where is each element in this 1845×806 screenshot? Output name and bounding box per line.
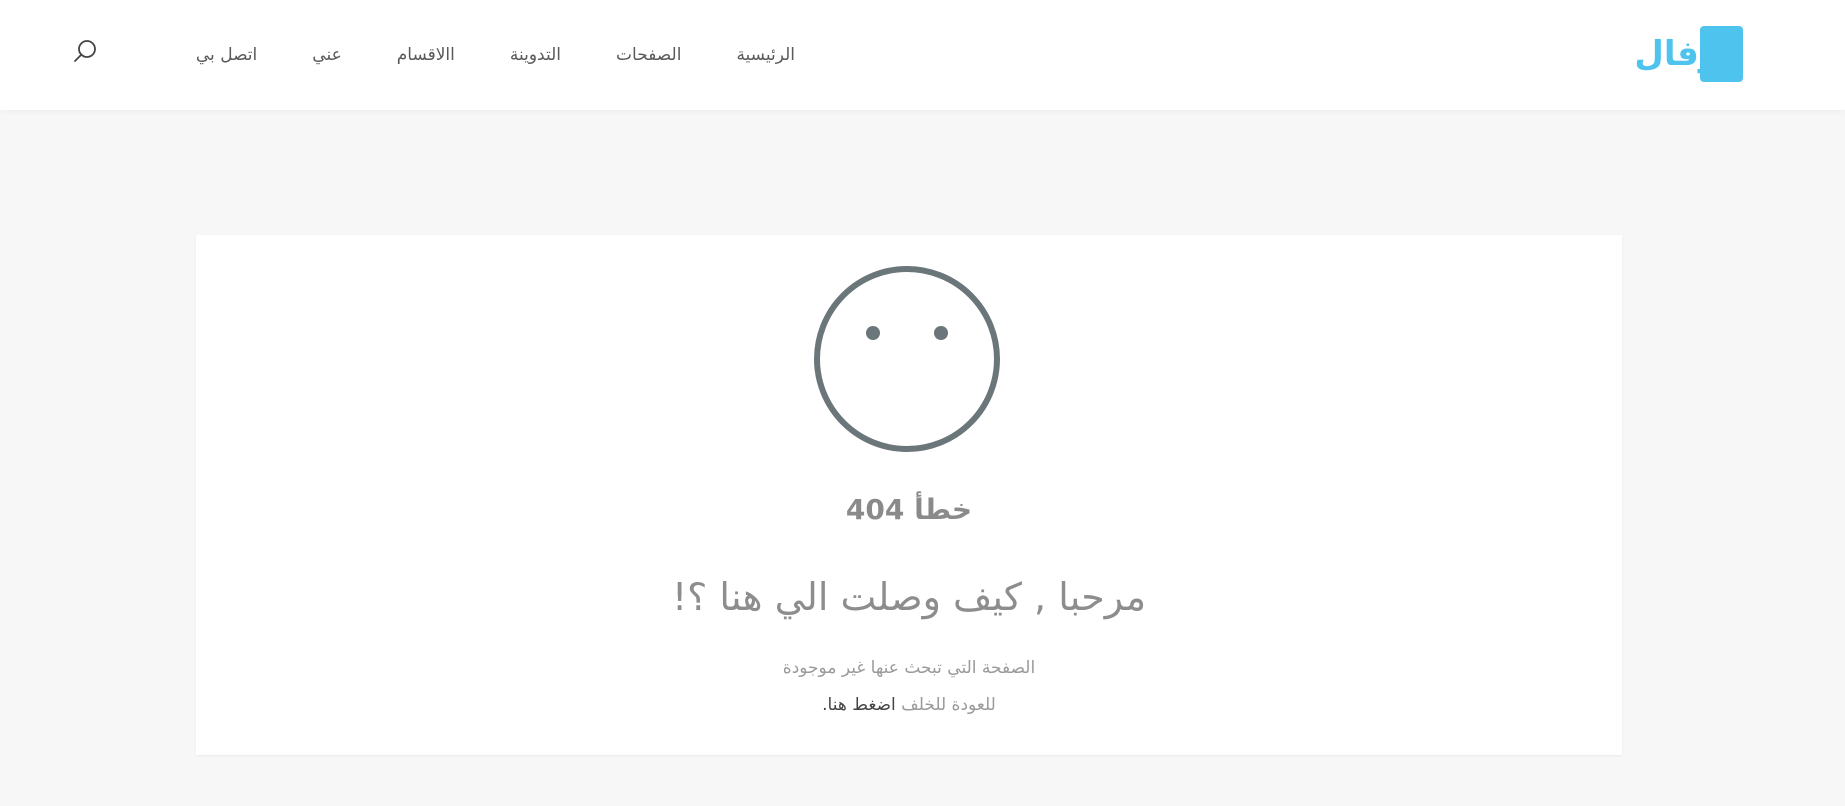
- error-headline: مرحبا , كيف وصلت الي هنا ؟!: [671, 575, 1147, 619]
- nav-item-blog[interactable]: التدوينة: [510, 45, 561, 65]
- search-icon: [74, 40, 96, 62]
- nav-item-pages[interactable]: الصفحات: [616, 45, 681, 65]
- nav-item-about[interactable]: عني: [312, 45, 341, 65]
- error-message: الصفحة التي تبحث عنها غير موجودة: [782, 658, 1036, 678]
- sad-face-icon: [814, 266, 1000, 452]
- back-line: للعودة للخلف اضغط هنا.: [196, 695, 1622, 715]
- back-link[interactable]: اضغط هنا.: [822, 695, 896, 715]
- back-prefix: للعودة للخلف: [895, 695, 996, 715]
- logo-text: نوفال: [1634, 34, 1733, 74]
- nav-item-contact[interactable]: اتصل بي: [196, 45, 257, 65]
- search-button[interactable]: [72, 38, 100, 66]
- main-nav: الرئيسية الصفحات التدوينة االاقسام عني ا…: [196, 0, 795, 110]
- error-code: خطأ 404: [845, 493, 973, 526]
- nav-item-home[interactable]: الرئيسية: [736, 45, 795, 65]
- nav-item-categories[interactable]: االاقسام: [397, 45, 455, 65]
- site-logo[interactable]: نوفال: [1598, 26, 1743, 84]
- site-header: نوفال الرئيسية الصفحات التدوينة االاقسام…: [0, 0, 1845, 110]
- error-card: خطأ 404 مرحبا , كيف وصلت الي هنا ؟! الصف…: [196, 235, 1622, 755]
